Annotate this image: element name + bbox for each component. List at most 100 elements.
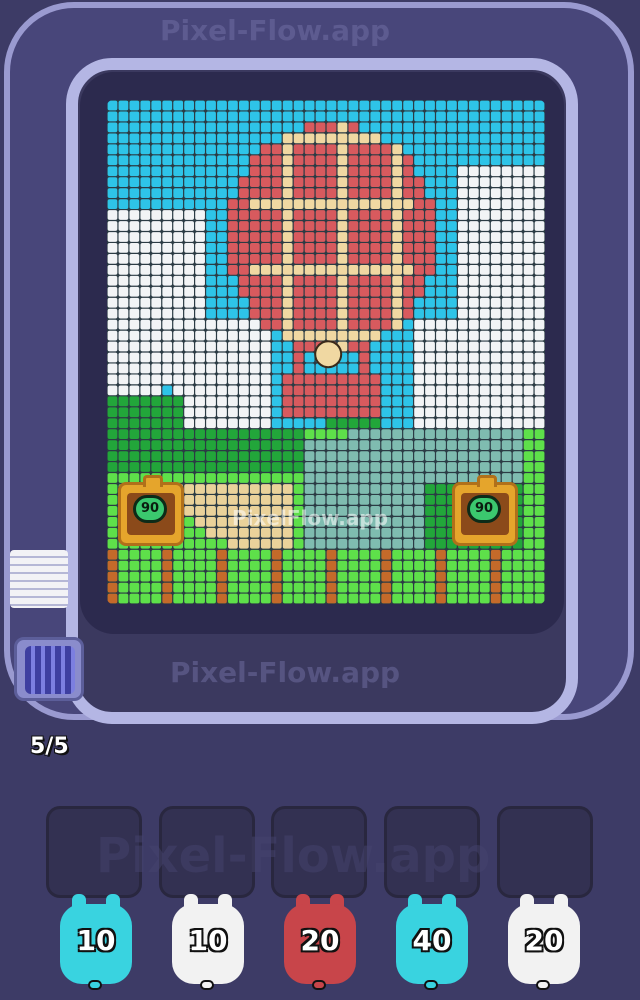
pixel-cell — [118, 275, 129, 286]
pixel-cell — [512, 571, 523, 582]
pixel-cell — [260, 308, 271, 319]
pixel-cell — [271, 210, 282, 220]
pixel-cell — [403, 319, 413, 330]
pixel-cell — [228, 440, 238, 451]
pixel-cell — [381, 473, 392, 483]
pixel-cell — [337, 155, 348, 166]
pixel-cell — [458, 297, 468, 308]
pig-tail — [536, 980, 550, 990]
pixel-cell — [249, 549, 260, 560]
pixel-cell — [129, 418, 140, 429]
pixel-cell — [392, 396, 403, 407]
pixel-cell — [282, 264, 293, 275]
pixel-cell — [206, 275, 216, 286]
pixel-cell — [436, 385, 446, 396]
pixel-cell — [315, 111, 326, 122]
shooter-left[interactable]: 90 — [118, 475, 184, 546]
pixel-cell — [381, 133, 392, 144]
pixel-cell — [173, 374, 184, 385]
pig-card-5[interactable]: 20 — [506, 894, 582, 990]
pig-card-4[interactable]: 40 — [394, 894, 470, 990]
pixel-cell — [162, 374, 173, 385]
pixel-cell — [381, 122, 392, 133]
pixel-cell — [206, 177, 216, 188]
pixel-cell — [490, 330, 501, 341]
pixel-cell — [293, 582, 304, 593]
pixel-cell — [304, 111, 315, 122]
pixel-cell — [239, 243, 249, 253]
pixel-cell — [501, 111, 512, 122]
pig-card-3[interactable]: 20 — [282, 894, 358, 990]
pixel-cell — [184, 330, 194, 341]
pixel-cell — [436, 177, 446, 188]
pig-tail — [200, 980, 214, 990]
pixel-cell — [206, 484, 216, 494]
pixel-cell — [228, 133, 238, 144]
pixel-cell — [239, 122, 249, 133]
pixel-cell — [217, 111, 227, 122]
pixel-cell — [249, 319, 260, 330]
pixel-cell — [239, 407, 249, 418]
pixel-cell — [162, 341, 173, 352]
pig-tail — [424, 980, 438, 990]
pixel-cell — [425, 516, 435, 527]
pixel-cell — [118, 429, 129, 440]
pixel-cell — [425, 253, 435, 264]
pixel-cell — [425, 275, 435, 286]
pixel-cell — [249, 275, 260, 286]
pixel-cell — [129, 166, 140, 177]
pixel-cell — [107, 593, 118, 604]
pixel-cell — [479, 297, 490, 308]
shooter-right[interactable]: 90 — [452, 475, 518, 546]
pixel-cell — [282, 440, 293, 451]
pixel-cell — [403, 177, 413, 188]
pixel-cell — [501, 440, 512, 451]
pixel-cell — [217, 122, 227, 133]
pixel-cell — [458, 462, 468, 472]
pig-card-2[interactable]: 10 — [170, 894, 246, 990]
shooter-left-count: 90 — [133, 495, 167, 523]
pixel-cell — [468, 188, 479, 199]
pixel-cell — [425, 319, 435, 330]
pixel-cell — [381, 177, 392, 188]
pixel-cell — [501, 451, 512, 461]
pixel-cell — [271, 582, 282, 593]
pixel-cell — [425, 560, 435, 571]
pixel-cell — [162, 462, 173, 472]
pixel-cell — [447, 473, 457, 483]
pixel-cell — [260, 396, 271, 407]
pixel-cell — [260, 297, 271, 308]
pixel-cell — [523, 111, 534, 122]
pig-value: 20 — [300, 924, 340, 957]
pixel-cell — [173, 221, 184, 231]
pixel-cell — [392, 352, 403, 363]
pixel-cell — [129, 374, 140, 385]
pig-card-1[interactable]: 10 — [58, 894, 134, 990]
pixel-cell — [436, 243, 446, 253]
pixel-cell — [129, 330, 140, 341]
pixel-cell — [282, 549, 293, 560]
pixel-cell — [381, 495, 392, 505]
pig-value: 40 — [412, 924, 452, 957]
pixel-cell — [512, 155, 523, 166]
pixel-cell — [195, 429, 205, 440]
pixel-cell — [414, 199, 424, 209]
pixel-cell — [315, 188, 326, 199]
pixel-cell — [403, 166, 413, 177]
pixel-cell — [195, 593, 205, 604]
pixel-cell — [523, 473, 534, 483]
pixel-cell — [107, 177, 118, 188]
pixel-cell — [414, 330, 424, 341]
pixel-cell — [348, 122, 359, 133]
pixel-cell — [217, 462, 227, 472]
pixel-cell — [414, 264, 424, 275]
pixel-cell — [501, 253, 512, 264]
pixel-cell — [348, 363, 359, 374]
pixel-cell — [479, 122, 490, 133]
pixel-cell — [403, 429, 413, 440]
pixel-cell — [293, 286, 304, 297]
empty-slot-5[interactable] — [497, 806, 593, 898]
pixel-cell — [337, 199, 348, 209]
pixel-cell — [140, 155, 151, 166]
pixel-cell — [260, 440, 271, 451]
